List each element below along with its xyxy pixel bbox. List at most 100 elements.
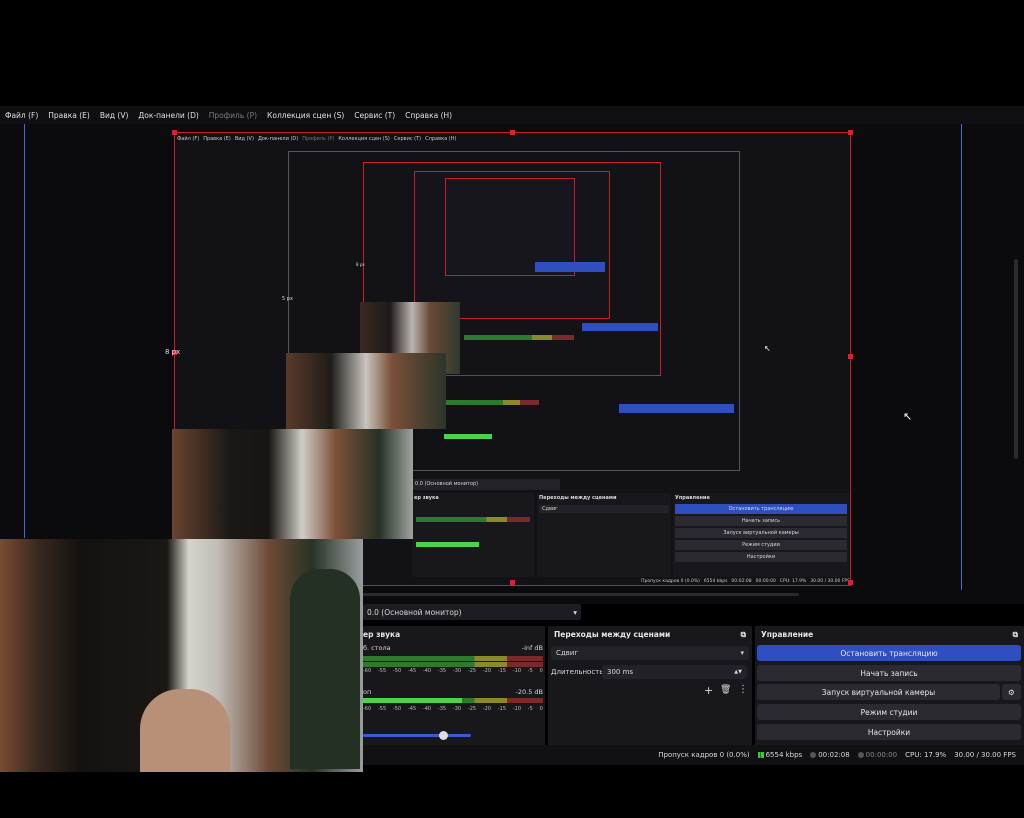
nested-menu-scenes: Коллекция сцен (S) bbox=[338, 136, 390, 142]
menu-docks[interactable]: Док-панели (D) bbox=[133, 111, 203, 120]
monitor-select-value: 0.0 (Основной монитор) bbox=[367, 607, 462, 617]
webcam-tile-main bbox=[0, 539, 363, 772]
nested-status-cpu: CPU: 17.9% bbox=[779, 579, 807, 584]
duration-value: 300 ms bbox=[607, 668, 634, 676]
add-transition-icon[interactable]: + bbox=[704, 684, 713, 697]
controls-title: Управление bbox=[761, 630, 814, 639]
preview-h-scrollbar[interactable] bbox=[363, 593, 799, 596]
nested-controls-title: Управление bbox=[675, 495, 710, 501]
resize-handle-br[interactable] bbox=[848, 580, 853, 585]
audio-channel-1-header: б. стола -inf dB bbox=[363, 644, 543, 652]
nested-meter-2a bbox=[444, 400, 539, 405]
preview-scrollbar[interactable] bbox=[1014, 259, 1018, 459]
resize-handle-tr[interactable] bbox=[848, 130, 853, 135]
resize-handle-bottom[interactable] bbox=[510, 580, 515, 585]
dock-float-icon[interactable]: ⧉ bbox=[741, 630, 746, 640]
nested-cursor-icon: ↖ bbox=[764, 344, 771, 353]
dock-float-icon[interactable]: ⧉ bbox=[1013, 630, 1018, 640]
gear-icon: ⚙ bbox=[1008, 687, 1015, 697]
nested-stop-button-4 bbox=[535, 262, 605, 272]
status-bitrate: 6554 kbps bbox=[765, 751, 803, 759]
audio-channel-2-scale: -60 -55 -50 -45 -40 -35 -30 -25 -20 -15 -10 -5 0 bbox=[363, 706, 543, 712]
menu-scene-collection[interactable]: Коллекция сцен (S) bbox=[262, 111, 349, 120]
status-stream-group: 00:02:08 bbox=[810, 751, 850, 759]
status-bitrate-group: 6554 kbps bbox=[757, 751, 803, 759]
duration-label: Длительность bbox=[551, 668, 604, 676]
nested-menu-view: Вид (V) bbox=[234, 136, 254, 142]
resize-handle-top[interactable] bbox=[510, 130, 515, 135]
audio-mixer-dock: ер звука б. стола -inf dB -60 -55 -50 -45 -4… bbox=[363, 626, 545, 745]
nested-menu-profile: Профиль (P) bbox=[302, 136, 335, 142]
menu-help[interactable]: Справка (H) bbox=[400, 111, 457, 120]
spin-arrows-icon[interactable]: ▲▼ bbox=[734, 669, 742, 675]
audio-channel-2-db: -20.5 dB bbox=[515, 688, 543, 696]
nested-status-dropped: Пропуск кадров 0 (0.0%) bbox=[641, 579, 700, 584]
nested-meter-1b bbox=[416, 542, 530, 547]
resize-handle-tl[interactable] bbox=[172, 130, 177, 135]
nested-transition-value: Сдвиг bbox=[539, 505, 669, 513]
preview-canvas[interactable]: Файл (F) Правка (E) Вид (V) Док-панели (… bbox=[0, 124, 1024, 604]
trash-icon[interactable]: 🗑 bbox=[720, 685, 731, 695]
guide-line-right bbox=[961, 124, 962, 590]
nested-status-bar: Пропуск кадров 0 (0.0%) 6554 kbps 00:02:… bbox=[615, 579, 850, 585]
audio-channel-2-volume-slider[interactable] bbox=[363, 731, 471, 740]
nested-status-record-time: 00:00:00 bbox=[755, 579, 776, 584]
audio-channel-1-meter bbox=[363, 656, 543, 667]
stop-stream-button[interactable]: Остановить трансляцию bbox=[757, 645, 1021, 661]
audio-channel-2-meter bbox=[363, 698, 543, 703]
virtual-camera-button[interactable]: Запуск виртуальной камеры bbox=[757, 684, 1000, 700]
start-record-button[interactable]: Начать запись bbox=[757, 665, 1021, 681]
mouse-cursor-icon: ↖ bbox=[903, 410, 913, 423]
audio-channel-1-db: -inf dB bbox=[521, 644, 543, 652]
nested-meter-2b bbox=[444, 434, 539, 439]
nested-studio-mode: Режим студии bbox=[675, 540, 847, 550]
settings-button[interactable]: Настройки bbox=[757, 724, 1021, 740]
chevron-down-icon: ▾ bbox=[740, 649, 744, 657]
audio-channel-2-name: оп bbox=[363, 688, 372, 696]
guide-line-left bbox=[24, 124, 25, 538]
nested-transitions-title: Переходы между сценами bbox=[539, 495, 617, 501]
nested-meter-1a bbox=[416, 517, 530, 522]
audio-channel-1-scale: -60 -55 -50 -45 -40 -35 -30 -25 -20 -15 -10 -5 0 bbox=[363, 668, 543, 674]
webcam-person-side bbox=[290, 569, 360, 769]
audio-mixer-header: ер звука bbox=[363, 626, 545, 643]
menu-view[interactable]: Вид (V) bbox=[95, 111, 134, 120]
audio-channel-2-header: оп -20.5 dB bbox=[363, 688, 543, 696]
distance-label-left: 8 px bbox=[165, 348, 181, 356]
volume-slider-knob[interactable] bbox=[439, 731, 448, 740]
transitions-dock: Переходы между сценами ⧉ Сдвиг ▾ Длитель… bbox=[548, 626, 752, 745]
more-options-icon[interactable]: ⋮ bbox=[738, 684, 748, 695]
nested-status-stream-time: 00:02:08 bbox=[731, 579, 752, 584]
status-record-group: 00:00:00 bbox=[857, 751, 897, 759]
nested-meter-3 bbox=[464, 335, 574, 340]
studio-mode-button[interactable]: Режим студии bbox=[757, 704, 1021, 720]
transition-select[interactable]: Сдвиг ▾ bbox=[551, 646, 749, 660]
monitor-select[interactable]: 0.0 (Основной монитор) ▾ bbox=[363, 604, 581, 620]
nested-controls-dock: Управление Остановить трансляцию Начать … bbox=[673, 493, 849, 577]
signal-bars-icon bbox=[757, 752, 764, 758]
transition-select-value: Сдвиг bbox=[556, 649, 579, 657]
menu-bar: Файл (F) Правка (E) Вид (V) Док-панели (… bbox=[0, 106, 1024, 124]
chevron-down-icon: ▾ bbox=[573, 607, 577, 617]
menu-profile[interactable]: Профиль (P) bbox=[204, 111, 262, 120]
virtual-camera-settings-button[interactable]: ⚙ bbox=[1002, 684, 1021, 700]
nested-virtual-cam: Запуск виртуальной камеры bbox=[675, 528, 847, 538]
distance-label-nested-2: 8 px bbox=[356, 262, 365, 267]
menu-file[interactable]: Файл (F) bbox=[0, 111, 43, 120]
resize-handle-right[interactable] bbox=[848, 354, 853, 359]
webcam-tile-3 bbox=[172, 429, 413, 539]
nested-menu-edit: Правка (E) bbox=[203, 136, 231, 142]
nested-monitor-select: 0.0 (Основной монитор) bbox=[412, 479, 560, 490]
status-stream-time: 00:02:08 bbox=[818, 751, 850, 759]
nested-audio-dock: ер звука bbox=[412, 493, 534, 577]
duration-input[interactable]: 300 ms ▲▼ bbox=[602, 665, 747, 679]
nested-capture-4 bbox=[414, 171, 610, 319]
menu-tools[interactable]: Сервис (T) bbox=[349, 111, 400, 120]
menu-edit[interactable]: Правка (E) bbox=[43, 111, 95, 120]
nested-settings: Настройки bbox=[675, 552, 847, 562]
nested-menu-tools: Сервис (T) bbox=[393, 136, 422, 142]
transitions-header: Переходы между сценами ⧉ bbox=[548, 626, 752, 644]
status-dropped-frames: Пропуск кадров 0 (0.0%) bbox=[658, 751, 750, 759]
controls-dock: Управление ⧉ Остановить трансляцию Начат… bbox=[755, 626, 1024, 745]
stream-indicator-icon bbox=[810, 752, 817, 758]
